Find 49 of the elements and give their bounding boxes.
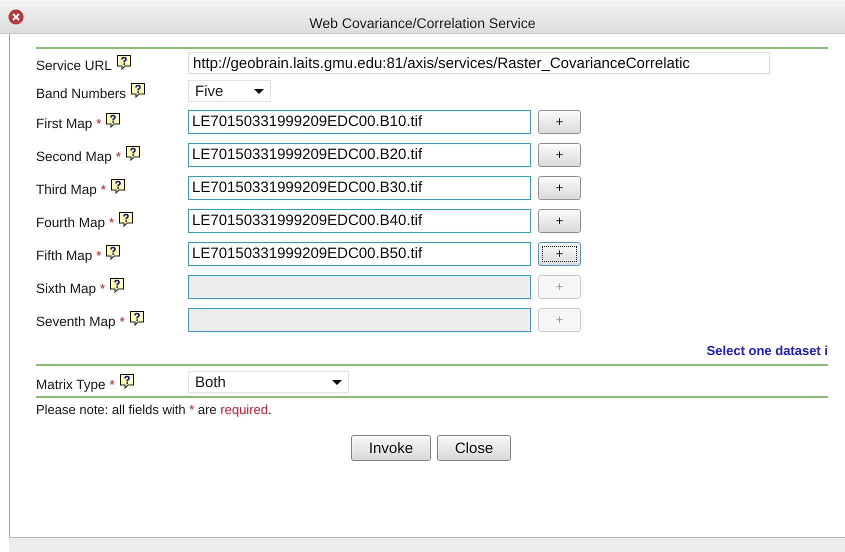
required-mark: * (110, 376, 115, 392)
field-label: Second Map (36, 149, 112, 164)
matrix-select[interactable]: Both (188, 371, 349, 393)
hint-text: Select one dataset i (706, 343, 828, 358)
dialog-button[interactable]: Close (437, 435, 511, 461)
field-label: Fourth Map (36, 215, 106, 230)
window-title: Web Covariance/Correlation Service (309, 15, 536, 31)
caret-icon (332, 380, 342, 384)
field-label: Service URL (36, 58, 112, 72)
help-icon[interactable] (109, 277, 126, 293)
band-select[interactable]: Five (188, 80, 271, 102)
map-field[interactable]: LE70150331999209EDC00.B10.tif (188, 110, 531, 134)
url-field[interactable]: http://geobrain.laits.gmu.edu:81/axis/services/Raster_CovarianceCorrelatic (188, 52, 770, 74)
field-label: Seventh Map (36, 314, 116, 329)
help-icon[interactable] (130, 82, 146, 98)
map-field[interactable]: LE70150331999209EDC00.B50.tif (188, 242, 531, 266)
add-button[interactable]: + (538, 242, 581, 266)
field-label: Matrix Type (36, 376, 106, 392)
required-mark: * (100, 281, 106, 296)
map-field[interactable]: LE70150331999209EDC00.B20.tif (188, 142, 531, 166)
add-button[interactable]: + (538, 110, 581, 134)
map-field[interactable]: LE70150331999209EDC00.B40.tif (188, 208, 531, 232)
help-icon[interactable] (124, 145, 141, 161)
help-icon[interactable] (118, 211, 134, 227)
required-mark: * (96, 248, 102, 263)
help-icon[interactable] (110, 178, 126, 194)
help-icon[interactable] (105, 112, 122, 128)
required-mark: * (120, 314, 125, 329)
help-icon[interactable] (118, 372, 135, 388)
field-label: Fifth Map (36, 248, 92, 263)
add-button[interactable]: + (538, 142, 581, 166)
caret-icon (254, 88, 264, 94)
add-button[interactable]: + (538, 176, 581, 200)
required-note: Please note: all fields with * are required. (36, 402, 273, 417)
required-mark: * (116, 149, 121, 164)
field-label: Band Numbers (36, 86, 126, 100)
map-field[interactable]: LE70150331999209EDC00.B30.tif (188, 176, 531, 200)
required-mark: * (109, 215, 114, 230)
required-mark: * (100, 182, 106, 197)
help-icon[interactable] (128, 310, 145, 326)
field-label: First Map (36, 116, 92, 131)
field-label: Third Map (36, 182, 97, 197)
add-button[interactable]: + (538, 208, 581, 232)
dialog-button[interactable]: Invoke (351, 435, 431, 461)
help-icon[interactable] (105, 244, 122, 260)
help-icon[interactable] (116, 54, 132, 70)
required-mark: * (96, 116, 102, 131)
field-label: Sixth Map (36, 281, 96, 296)
close-button[interactable] (8, 8, 24, 24)
